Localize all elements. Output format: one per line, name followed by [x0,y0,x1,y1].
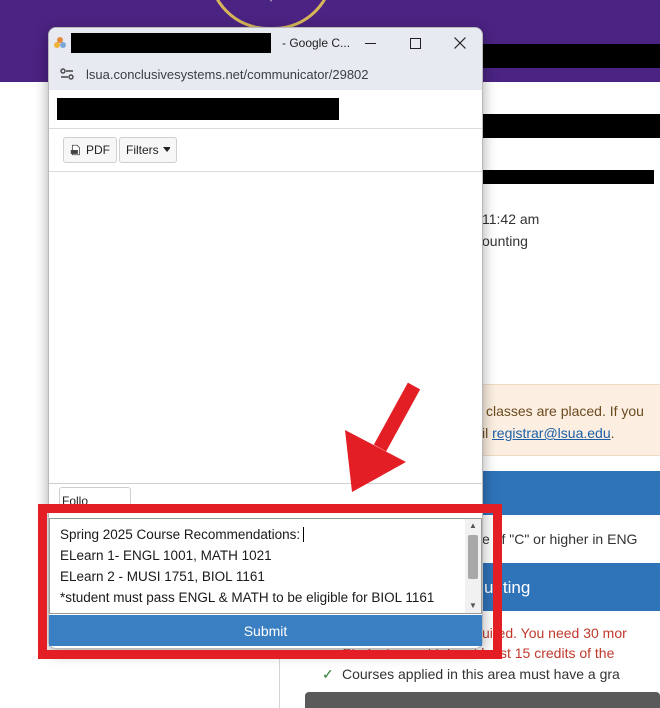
window-title: - Google C... [282,36,351,50]
section-header-bar [482,471,660,515]
requirement-text: Courses applied in this area must have a… [342,666,620,682]
pdf-label: PDF [86,143,110,157]
divider [49,483,482,484]
timestamp-text: 11:42 am [482,211,540,227]
check-icon: ✓ [322,666,334,682]
divider [49,128,482,129]
site-info-icon[interactable] [59,66,75,82]
title-bar: - Google C... [49,28,482,58]
panel-border [279,655,280,708]
maximize-button[interactable] [392,28,438,58]
screenshot-stage: 11:42 am ounting classes are placed. If … [0,0,660,708]
close-button[interactable] [437,28,482,58]
dark-panel [305,692,660,708]
minimize-icon [364,42,376,44]
pdf-button[interactable]: PDF [63,137,117,163]
redacted-block [482,114,660,138]
address-bar: lsua.conclusivesystems.net/communicator/… [49,58,482,90]
notice-line: classes are placed. If you [486,403,644,419]
area-text: ounting [482,233,528,249]
minimize-button[interactable] [347,28,393,58]
redacted-block [482,170,654,184]
app-icon [54,37,66,48]
filters-dropdown[interactable]: Filters [119,137,177,163]
redacted-heading [57,98,339,120]
grade-requirement-text: e of "C" or higher in ENG [482,531,638,547]
redacted-block [482,44,660,68]
notice-line: il registrar@lsua.edu. [482,425,615,441]
notice-banner: classes are placed. If you il registrar@… [482,384,660,456]
chevron-down-icon [162,147,170,152]
maximize-icon [409,37,421,49]
filters-label: Filters [126,143,159,157]
pdf-icon [70,144,80,156]
url-text[interactable]: lsua.conclusivesystems.net/communicator/… [86,67,369,82]
highlight-box [38,504,502,659]
redacted-title [71,33,271,53]
registrar-email-link[interactable]: registrar@lsua.edu [492,425,611,441]
divider [49,171,482,172]
close-icon [454,37,466,49]
requirement-warning: uired. You need 30 mor [482,625,627,641]
